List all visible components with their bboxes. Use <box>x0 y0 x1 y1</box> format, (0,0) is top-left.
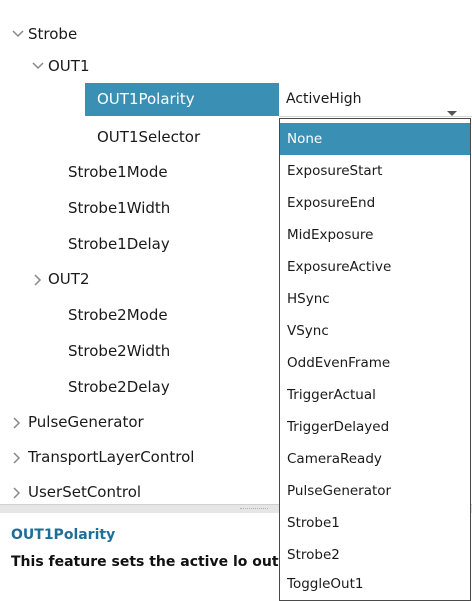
chevron-down-icon[interactable] <box>31 50 45 83</box>
dropdown-option[interactable]: ExposureStart <box>280 155 470 187</box>
chevron-right-icon[interactable] <box>11 406 25 439</box>
combobox-value: ActiveHigh <box>286 91 362 107</box>
dropdown-option[interactable]: None <box>280 123 470 155</box>
tree-node-label: TransportLayerControl <box>28 448 195 466</box>
polarity-dropdown-list[interactable]: None ExposureStart ExposureEnd MidExposu… <box>279 118 471 601</box>
tree-node-label: Strobe1Width <box>68 199 171 217</box>
tree-node-label: Strobe2Delay <box>68 378 170 396</box>
tree-node-strobe1width[interactable]: Strobe1Width <box>0 192 279 225</box>
tree-node-out1[interactable]: OUT1 <box>0 50 472 83</box>
tree-node-label: Strobe2Mode <box>68 306 168 324</box>
tree-node-label: PulseGenerator <box>28 413 144 431</box>
chevron-down-icon[interactable] <box>11 18 25 51</box>
tree-node-out2[interactable]: OUT2 <box>0 263 279 296</box>
tree-node-strobe1mode[interactable]: Strobe1Mode <box>0 156 279 189</box>
dropdown-option[interactable]: TriggerDelayed <box>280 411 470 443</box>
tree-node-label: Strobe2Width <box>68 342 171 360</box>
tree-node-strobe2width[interactable]: Strobe2Width <box>0 335 279 368</box>
polarity-combobox[interactable]: ActiveHigh <box>279 83 472 117</box>
chevron-right-icon[interactable] <box>11 441 25 474</box>
tree-node-out1selector[interactable]: OUT1Selector <box>0 121 279 154</box>
dropdown-option[interactable]: CameraReady <box>280 443 470 475</box>
tree-node-strobe1delay[interactable]: Strobe1Delay <box>0 228 279 261</box>
dropdown-option[interactable]: ExposureEnd <box>280 187 470 219</box>
dropdown-option[interactable]: PulseGenerator <box>280 475 470 507</box>
tree-node-out1polarity[interactable]: OUT1Polarity <box>85 83 279 116</box>
description-title: OUT1Polarity <box>11 527 116 543</box>
dropdown-option[interactable]: Strobe2 <box>280 539 470 571</box>
dropdown-option[interactable]: VSync <box>280 315 470 347</box>
tree-node-label: OUT1Polarity <box>97 90 195 108</box>
dropdown-option[interactable]: ExposureActive <box>280 251 470 283</box>
tree-node-strobe2delay[interactable]: Strobe2Delay <box>0 371 279 404</box>
tree-node-strobe2mode[interactable]: Strobe2Mode <box>0 299 279 332</box>
dropdown-option[interactable]: OddEvenFrame <box>280 347 470 379</box>
tree-node-label: Strobe1Delay <box>68 235 170 253</box>
tree-node-label: Strobe1Mode <box>68 163 168 181</box>
dropdown-option[interactable]: TriggerActual <box>280 379 470 411</box>
tree-node-pulsegenerator[interactable]: PulseGenerator <box>0 406 279 439</box>
tree-node-transportlayercontrol[interactable]: TransportLayerControl <box>0 441 279 474</box>
dropdown-option[interactable]: HSync <box>280 283 470 315</box>
dropdown-option[interactable]: ToggleOut1 <box>280 568 470 600</box>
chevron-right-icon[interactable] <box>32 263 46 296</box>
tree-node-label: OUT1Selector <box>97 128 201 146</box>
tree-node-label: Strobe <box>28 25 78 43</box>
dropdown-option[interactable]: MidExposure <box>280 219 470 251</box>
dropdown-option[interactable]: Strobe1 <box>280 507 470 539</box>
splitter-grip[interactable] <box>240 508 268 511</box>
tree-node-label: OUT2 <box>48 270 90 288</box>
tree-node-strobe[interactable]: Strobe <box>0 18 472 51</box>
tree-node-label: OUT1 <box>48 57 90 75</box>
